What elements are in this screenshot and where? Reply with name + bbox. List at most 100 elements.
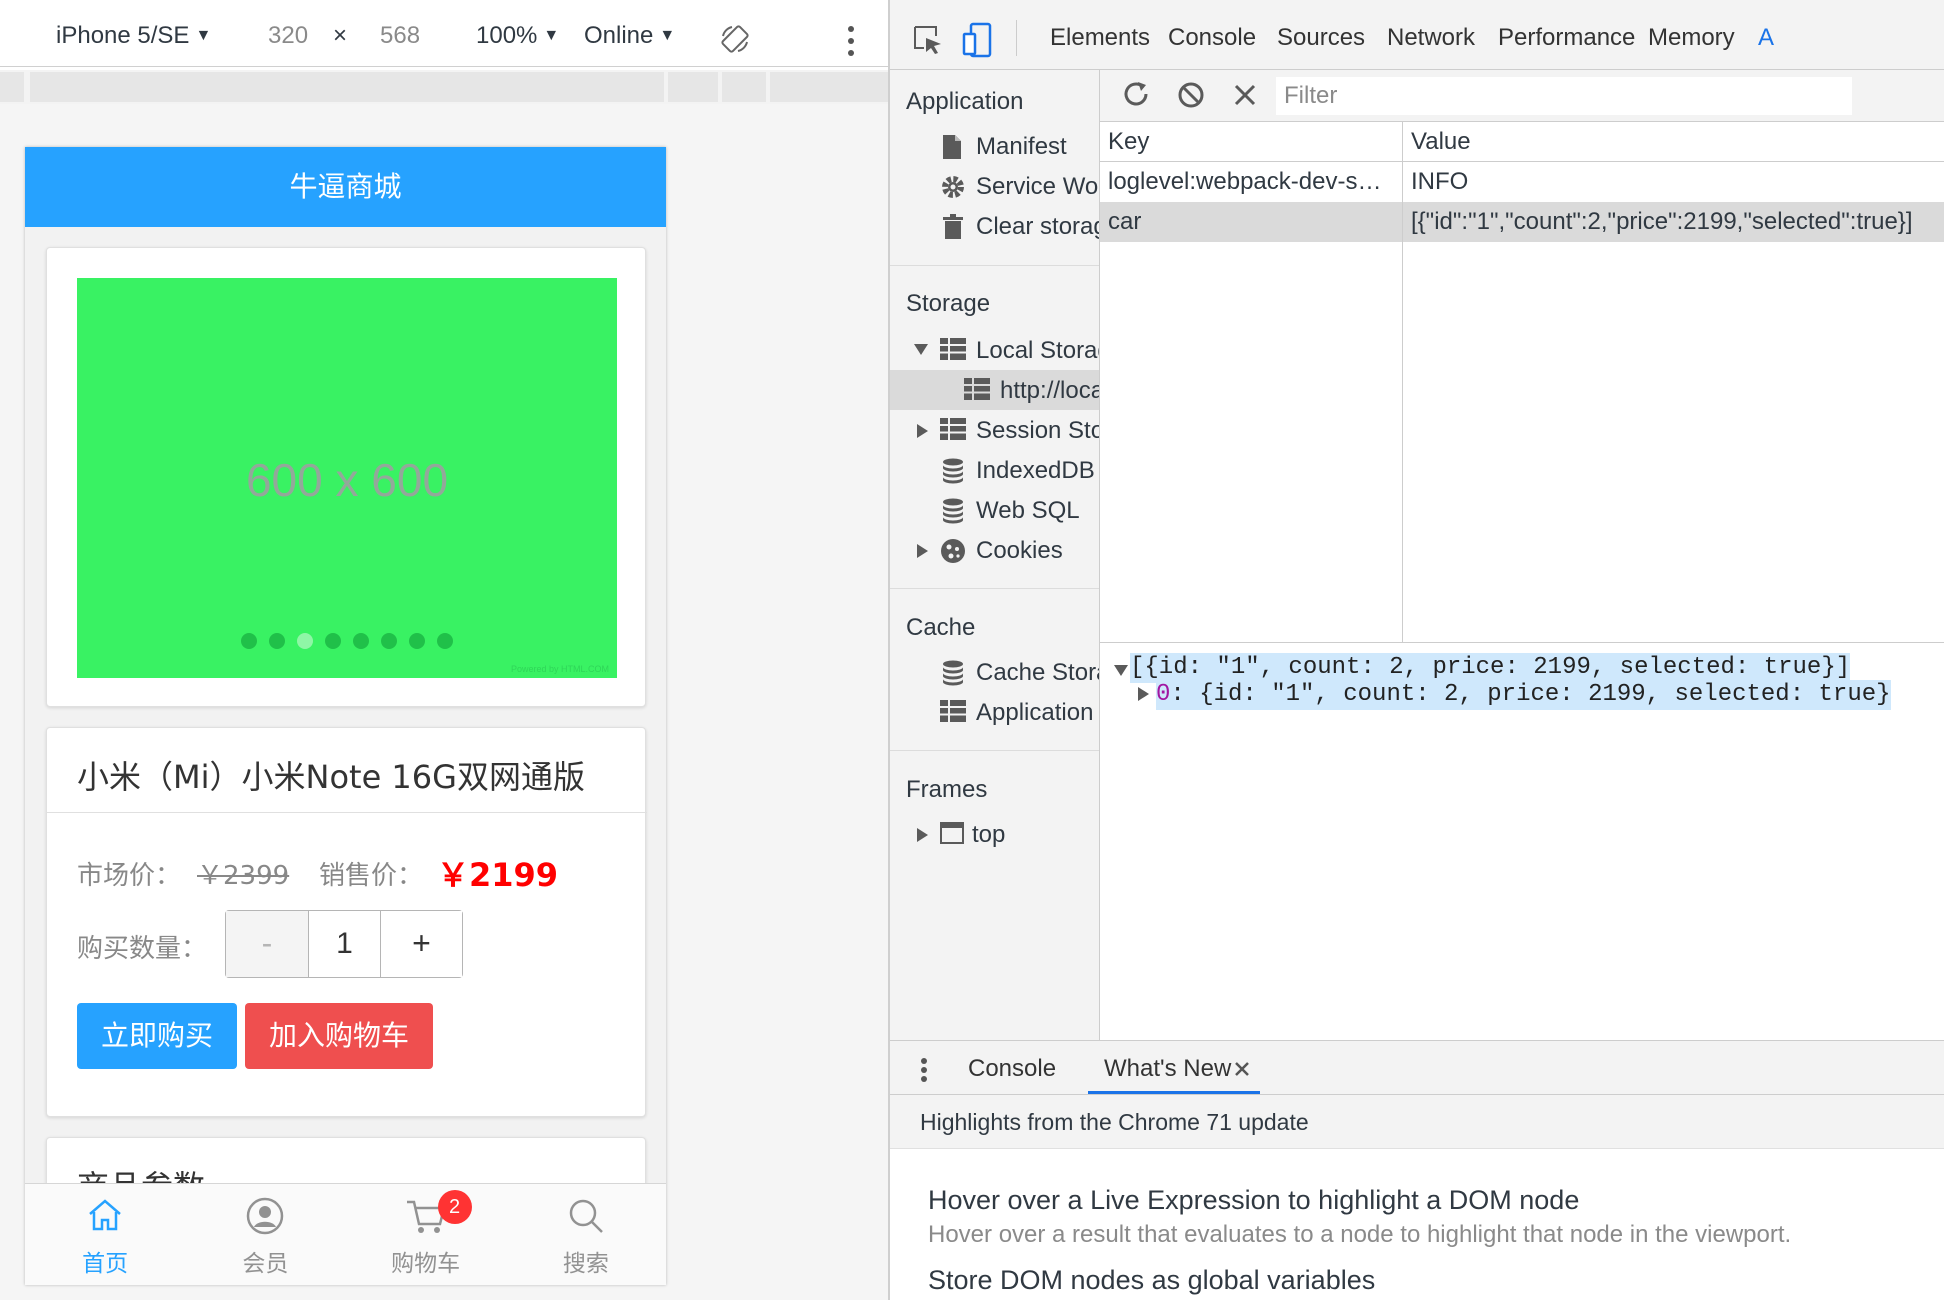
inspect-element-icon[interactable]: [912, 24, 944, 56]
tab-sources[interactable]: Sources: [1277, 24, 1365, 52]
home-icon: [89, 1199, 121, 1231]
carousel-dot[interactable]: [353, 633, 369, 649]
value-preview: [{id: "1", count: 2, price: 2199, select…: [1100, 643, 1944, 1040]
add-to-cart-button[interactable]: 加入购物车: [245, 1003, 433, 1069]
column-header-key[interactable]: Key: [1100, 122, 1402, 162]
carousel-dot[interactable]: [437, 633, 453, 649]
devtools-panel: Elements Console Sources Network Perform…: [888, 0, 1944, 1300]
value-cell: [{"id":"1","count":2,"price":2199,"selec…: [1411, 208, 1913, 235]
trash-icon: [943, 214, 963, 239]
banner-carousel[interactable]: 600 x 600 Powered by HTML.COM: [77, 278, 617, 678]
storage-table: Key Value loglevel:webpack-dev-s… INFO c…: [1100, 122, 1944, 642]
filter-input[interactable]: [1276, 77, 1852, 115]
more-options-icon[interactable]: [846, 24, 856, 58]
column-divider[interactable]: [1402, 122, 1403, 642]
sidebar-item-websql[interactable]: Web SQL: [890, 490, 1099, 530]
user-icon: [247, 1197, 284, 1235]
sidebar-item-label: Cookies: [976, 537, 1063, 564]
rotate-icon[interactable]: [720, 24, 750, 54]
cart-count-badge: 2: [437, 1190, 472, 1224]
sidebar-item-service-workers[interactable]: Service Workers: [890, 166, 1099, 206]
banner-card: 600 x 600 Powered by HTML.COM: [46, 247, 646, 707]
sidebar-item-manifest[interactable]: Manifest: [890, 126, 1099, 166]
section-frames: Frames: [906, 776, 988, 803]
tab-search[interactable]: 搜索: [506, 1184, 666, 1285]
more-options-icon[interactable]: [920, 1057, 928, 1083]
collapse-arrow-icon[interactable]: [1114, 665, 1128, 676]
expand-arrow-icon[interactable]: [917, 828, 928, 842]
buy-now-button[interactable]: 立即购买: [77, 1003, 237, 1069]
device-select[interactable]: iPhone 5/SE ▼: [56, 22, 211, 50]
width-input[interactable]: 320: [268, 22, 308, 50]
carousel-dot[interactable]: [409, 633, 425, 649]
carousel-dot[interactable]: [241, 633, 257, 649]
tab-performance[interactable]: Performance: [1498, 24, 1635, 52]
banner-placeholder-text: 600 x 600: [245, 454, 449, 506]
device-toggle-icon[interactable]: [962, 22, 992, 58]
sidebar-item-label: top: [972, 821, 1006, 848]
database-icon: [943, 660, 963, 686]
divider: [890, 750, 1099, 751]
table-row[interactable]: loglevel:webpack-dev-s… INFO: [1100, 162, 1944, 202]
sidebar-item-application-cache[interactable]: Application Cache: [890, 692, 1099, 732]
tab-network[interactable]: Network: [1387, 24, 1475, 52]
ruler-segment[interactable]: [30, 72, 664, 102]
sidebar-item-local-storage-origin[interactable]: http://localhost:3000: [890, 370, 1099, 410]
throttle-select[interactable]: Online ▼: [584, 22, 675, 50]
table-icon: [940, 338, 966, 360]
column-header-value[interactable]: Value: [1403, 122, 1944, 162]
preview-item-line[interactable]: 0: {id: "1", count: 2, price: 2199, sele…: [1156, 680, 1891, 710]
zoom-value: 100%: [476, 22, 538, 49]
devtools-tabbar: Elements Console Sources Network Perform…: [890, 0, 1944, 70]
ruler-segment[interactable]: [770, 72, 888, 102]
sidebar-item-cache-storage[interactable]: Cache Storage: [890, 652, 1099, 692]
table-row[interactable]: car [{"id":"1","count":2,"price":2199,"s…: [1100, 202, 1944, 242]
sidebar-item-label: Manifest: [976, 133, 1067, 160]
tab-elements[interactable]: Elements: [1050, 24, 1150, 52]
quantity-input[interactable]: 1: [308, 911, 380, 977]
tab-console[interactable]: Console: [1168, 24, 1256, 52]
sidebar-item-label: Application Cache: [976, 699, 1099, 726]
quantity-minus-button[interactable]: -: [226, 911, 308, 977]
drawer-tab-whats-new[interactable]: What's New: [1104, 1055, 1231, 1083]
expand-arrow-icon[interactable]: [917, 424, 928, 438]
zoom-select[interactable]: 100% ▼: [476, 22, 559, 50]
sidebar-item-label: Web SQL: [976, 497, 1080, 524]
sidebar-item-indexeddb[interactable]: IndexedDB: [890, 450, 1099, 490]
tab-memory[interactable]: Memory: [1648, 24, 1735, 52]
tab-home[interactable]: 首页: [25, 1184, 185, 1285]
ruler-segment[interactable]: [722, 72, 766, 102]
news-item-title: Store DOM nodes as global variables: [928, 1265, 1376, 1295]
ruler-segment[interactable]: [668, 72, 718, 102]
refresh-icon[interactable]: [1122, 80, 1152, 110]
product-info-card: 小米（Mi）小米Note 16G双网通版 市场价： ￥2399 销售价： ￥21…: [46, 727, 647, 1117]
caret-down-icon: ▼: [659, 27, 676, 44]
carousel-dot[interactable]: [381, 633, 397, 649]
device-name: iPhone 5/SE: [56, 22, 190, 49]
tab-application[interactable]: A: [1758, 24, 1774, 52]
close-icon[interactable]: [1234, 1061, 1250, 1077]
tab-member[interactable]: 会员: [185, 1184, 345, 1285]
ruler-segment[interactable]: [0, 72, 24, 102]
carousel-dot[interactable]: [269, 633, 285, 649]
sidebar-item-clear-storage[interactable]: Clear storage: [890, 206, 1099, 246]
preview-array-line[interactable]: [{id: "1", count: 2, price: 2199, select…: [1130, 653, 1851, 683]
drawer-tab-console[interactable]: Console: [968, 1055, 1056, 1083]
carousel-dot[interactable]: [297, 633, 313, 649]
expand-arrow-icon[interactable]: [914, 344, 928, 355]
sidebar-item-local-storage[interactable]: Local Storage: [890, 330, 1099, 370]
sidebar-item-cookies[interactable]: Cookies: [890, 530, 1099, 570]
expand-arrow-icon[interactable]: [1138, 687, 1149, 701]
sidebar-item-frame-top[interactable]: top: [890, 814, 1099, 854]
delete-selected-icon[interactable]: [1232, 82, 1258, 108]
tab-cart[interactable]: 2 购物车: [346, 1184, 506, 1285]
document-icon: [943, 135, 961, 159]
expand-arrow-icon[interactable]: [917, 544, 928, 558]
throttle-value: Online: [584, 22, 654, 49]
quantity-plus-button[interactable]: +: [380, 911, 462, 977]
height-input[interactable]: 568: [380, 22, 420, 50]
news-item-title: Hover over a Live Expression to highligh…: [928, 1185, 1580, 1215]
sidebar-item-session-storage[interactable]: Session Storage: [890, 410, 1099, 450]
carousel-dot[interactable]: [325, 633, 341, 649]
clear-all-icon[interactable]: [1176, 80, 1206, 110]
